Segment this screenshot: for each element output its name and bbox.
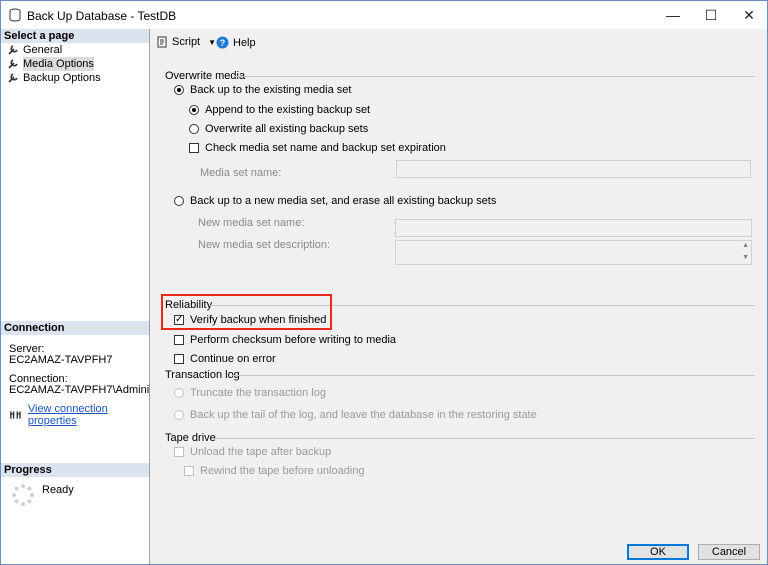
new-media-name-label: New media set name: xyxy=(198,217,305,229)
option-label: Rewind the tape before unloading xyxy=(200,465,365,477)
perform-checksum-option[interactable]: Perform checksum before writing to media xyxy=(174,334,396,346)
media-set-name-field[interactable] xyxy=(396,160,751,178)
check-media-option[interactable]: Check media set name and backup set expi… xyxy=(189,142,446,154)
option-label: Append to the existing backup set xyxy=(205,104,371,116)
minimize-button[interactable]: — xyxy=(657,1,689,29)
scroll-down-icon[interactable]: ▼ xyxy=(742,254,749,261)
window-title: Back Up Database - TestDB xyxy=(27,9,177,23)
page-label: General xyxy=(23,44,63,56)
radio-button[interactable] xyxy=(174,196,184,206)
group-divider xyxy=(212,438,755,439)
close-button[interactable]: ✕ xyxy=(733,1,765,29)
checkbox[interactable] xyxy=(174,354,184,364)
backup-database-window: Back Up Database - TestDB — ☐ ✕ Select a… xyxy=(0,0,768,565)
progress-status: Ready xyxy=(42,484,74,496)
view-connection-properties[interactable]: View connection properties xyxy=(9,403,149,427)
ok-button[interactable]: OK xyxy=(627,544,689,560)
tape-drive-group-label: Tape drive xyxy=(165,432,216,444)
backup-tail-option[interactable]: Back up the tail of the log, and leave t… xyxy=(174,409,537,421)
option-label: Back up the tail of the log, and leave t… xyxy=(190,409,537,421)
select-page-header: Select a page xyxy=(1,29,149,43)
truncate-log-option[interactable]: Truncate the transaction log xyxy=(174,387,326,399)
option-label: Perform checksum before writing to media xyxy=(190,334,397,346)
unload-tape-option[interactable]: Unload the tape after backup xyxy=(174,446,331,458)
new-media-desc-label: New media set description: xyxy=(198,239,331,251)
checkbox[interactable] xyxy=(184,466,194,476)
dialog-buttons: OK Cancel xyxy=(150,534,767,564)
view-connection-link[interactable]: View connection properties xyxy=(28,403,149,427)
progress-header: Progress xyxy=(1,463,149,477)
database-icon xyxy=(9,8,21,22)
radio-button[interactable] xyxy=(174,85,184,95)
checkbox[interactable] xyxy=(174,447,184,457)
rewind-tape-option[interactable]: Rewind the tape before unloading xyxy=(184,465,365,477)
dropdown-arrow-icon[interactable]: ▼ xyxy=(208,38,216,47)
group-divider xyxy=(232,375,755,376)
option-label: Truncate the transaction log xyxy=(190,387,326,399)
wrench-icon xyxy=(8,59,18,69)
new-media-name-field[interactable] xyxy=(395,219,752,237)
option-label: Continue on error xyxy=(190,353,276,365)
media-options-content: Overwrite media Back up to the existing … xyxy=(150,59,767,534)
checkbox[interactable] xyxy=(189,143,199,153)
overwrite-media-group-label: Overwrite media xyxy=(165,70,246,82)
backup-new-media-option[interactable]: Back up to a new media set, and erase al… xyxy=(174,195,496,207)
server-value: EC2AMAZ-TAVPFH7 xyxy=(9,354,113,366)
highlight-box xyxy=(161,294,332,330)
scroll-up-icon[interactable]: ▲ xyxy=(742,242,749,249)
page-general[interactable]: General xyxy=(7,43,62,57)
page-backup-options[interactable]: Backup Options xyxy=(7,71,101,85)
right-pane: Script ▼ ? Help Overwrite media Back up … xyxy=(150,29,767,564)
script-label: Script xyxy=(172,36,201,48)
page-label: Backup Options xyxy=(23,72,101,84)
wrench-icon xyxy=(8,73,18,83)
maximize-button[interactable]: ☐ xyxy=(695,1,727,29)
cancel-button[interactable]: Cancel xyxy=(698,544,760,560)
option-label: Check media set name and backup set expi… xyxy=(205,142,446,154)
script-icon xyxy=(157,36,167,48)
connection-value: EC2AMAZ-TAVPFH7\Administrator xyxy=(9,384,149,396)
help-button[interactable]: ? Help xyxy=(216,36,256,49)
radio-button[interactable] xyxy=(174,410,184,420)
media-set-name-label: Media set name: xyxy=(200,167,282,179)
spinner-icon xyxy=(12,484,34,506)
backup-existing-media-option[interactable]: Back up to the existing media set xyxy=(174,84,351,96)
left-pane: Select a page General Media Options Back… xyxy=(1,29,150,564)
help-icon: ? xyxy=(216,36,229,49)
wrench-icon xyxy=(8,45,18,55)
checkbox[interactable] xyxy=(174,335,184,345)
continue-on-error-option[interactable]: Continue on error xyxy=(174,353,276,365)
overwrite-all-option[interactable]: Overwrite all existing backup sets xyxy=(189,123,368,135)
page-media-options[interactable]: Media Options xyxy=(7,57,94,71)
connection-header: Connection xyxy=(1,321,149,335)
script-button[interactable]: Script ▼ xyxy=(156,36,216,48)
page-label: Media Options xyxy=(23,57,94,71)
svg-text:?: ? xyxy=(220,38,226,48)
connection-icon xyxy=(10,411,21,419)
title-bar: Back Up Database - TestDB — ☐ ✕ xyxy=(1,1,767,29)
option-label: Back up to a new media set, and erase al… xyxy=(190,195,497,207)
transaction-log-group-label: Transaction log xyxy=(165,369,240,381)
option-label: Unload the tape after backup xyxy=(190,446,332,458)
help-label: Help xyxy=(233,36,256,49)
group-divider xyxy=(235,76,755,77)
new-media-desc-field[interactable]: ▲ ▼ xyxy=(395,240,752,265)
radio-button[interactable] xyxy=(174,388,184,398)
option-label: Overwrite all existing backup sets xyxy=(205,123,369,135)
option-label: Back up to the existing media set xyxy=(190,84,352,96)
radio-button[interactable] xyxy=(189,124,199,134)
toolbar: Script ▼ ? Help xyxy=(150,29,767,57)
append-existing-option[interactable]: Append to the existing backup set xyxy=(189,104,370,116)
radio-button[interactable] xyxy=(189,105,199,115)
